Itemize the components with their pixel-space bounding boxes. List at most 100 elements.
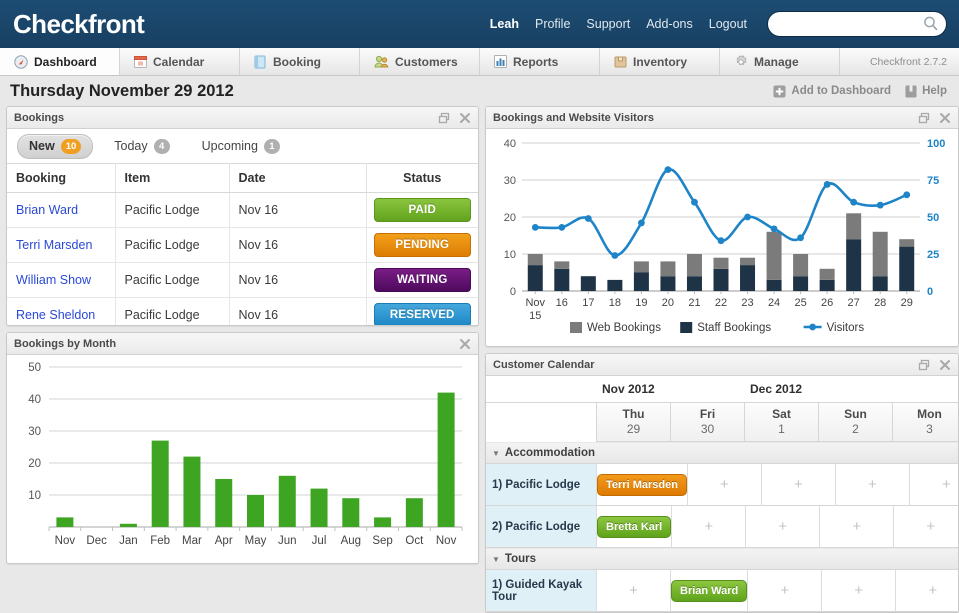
- close-icon[interactable]: [459, 112, 471, 124]
- add-booking-icon[interactable]: +: [720, 477, 729, 492]
- calendar-empty-cell[interactable]: +: [596, 570, 670, 612]
- add-booking-icon[interactable]: +: [629, 583, 638, 598]
- header-link-profile[interactable]: Profile: [535, 17, 570, 31]
- table-row[interactable]: Rene Sheldon Pacific Lodge Nov 16 RESERVED: [7, 297, 478, 325]
- calendar-empty-cell[interactable]: +: [893, 506, 958, 548]
- add-booking-icon[interactable]: +: [926, 519, 935, 534]
- add-booking-icon[interactable]: +: [942, 477, 951, 492]
- brand-logo[interactable]: Checkfront: [0, 9, 145, 40]
- booking-name-link[interactable]: William Show: [16, 273, 91, 287]
- add-booking-icon[interactable]: +: [854, 583, 863, 598]
- x-tick-label: Jun: [278, 535, 297, 547]
- header-link-addons[interactable]: Add-ons: [646, 17, 693, 31]
- calendar-empty-cell[interactable]: +: [686, 464, 761, 506]
- bookings-tab-today[interactable]: Today 4: [103, 135, 180, 158]
- calendar-day-header[interactable]: Sun 2: [818, 403, 892, 442]
- add-booking-icon[interactable]: +: [794, 477, 803, 492]
- calendar-day-header[interactable]: Thu 29: [596, 403, 670, 442]
- calendar-day-number: 29: [626, 422, 641, 436]
- bookings-tab-new[interactable]: New 10: [17, 133, 94, 159]
- status-badge[interactable]: PAID: [373, 198, 471, 222]
- x-tick-label: 29: [901, 297, 913, 309]
- add-booking-icon[interactable]: +: [780, 583, 789, 598]
- status-badge[interactable]: WAITING: [373, 268, 471, 292]
- calendar-empty-cell[interactable]: +: [834, 464, 909, 506]
- status-badge[interactable]: RESERVED: [373, 303, 471, 325]
- table-row[interactable]: Terri Marsden Pacific Lodge Nov 16 PENDING: [7, 227, 478, 263]
- calendar-day-header[interactable]: Sat 1: [744, 403, 818, 442]
- users-icon: [374, 55, 389, 68]
- x-tick-label: 25: [794, 297, 806, 309]
- visitors-chart-svg: 0 10 20 30 40 0 25 50 75 100 Nov15 16 17 18 19 20 21 22 23…: [504, 138, 946, 334]
- add-booking-icon[interactable]: +: [868, 477, 877, 492]
- bar-staff-bookings: [713, 268, 729, 291]
- calendar-booking-chip[interactable]: Bretta Karl: [597, 515, 672, 538]
- calendar-day-header[interactable]: Mon 3: [892, 403, 958, 442]
- table-row[interactable]: Brian Ward Pacific Lodge Nov 16 PAID: [7, 192, 478, 228]
- tab-customers[interactable]: Customers: [360, 48, 480, 75]
- tab-calendar[interactable]: Calendar: [120, 48, 240, 75]
- header-link-logout[interactable]: Logout: [709, 17, 747, 31]
- close-icon[interactable]: [939, 359, 951, 371]
- calendar-day-header[interactable]: Fri 30: [670, 403, 744, 442]
- calendar-item-name[interactable]: 2) Pacific Lodge: [486, 506, 596, 548]
- y2-tick-label: 50: [927, 212, 939, 224]
- tab-manage-label: Manage: [754, 54, 799, 69]
- add-booking-icon[interactable]: +: [704, 519, 713, 534]
- calendar-empty-cell[interactable]: +: [895, 570, 958, 612]
- close-icon[interactable]: [939, 112, 951, 124]
- calendar-empty-cell[interactable]: +: [908, 464, 958, 506]
- calendar-booking-cell[interactable]: Bretta Karl: [596, 506, 672, 548]
- calendar-item-name[interactable]: 1) Guided Kayak Tour: [486, 570, 596, 612]
- tab-dashboard[interactable]: Dashboard: [0, 48, 120, 75]
- bookings-panel-title: Bookings: [14, 111, 65, 124]
- tab-reports[interactable]: Reports: [480, 48, 600, 75]
- calendar-empty-cell[interactable]: +: [821, 570, 896, 612]
- table-row[interactable]: William Show Pacific Lodge Nov 16 WAITING: [7, 262, 478, 298]
- calendar-empty-cell[interactable]: +: [819, 506, 894, 548]
- calendar-item-name[interactable]: 1) Pacific Lodge: [486, 464, 596, 506]
- add-booking-icon[interactable]: +: [852, 519, 861, 534]
- restore-icon[interactable]: [918, 112, 930, 124]
- calendar-empty-cell[interactable]: +: [760, 464, 835, 506]
- add-booking-icon[interactable]: +: [778, 519, 787, 534]
- calendar-group-row[interactable]: ▼ Tours: [486, 548, 958, 570]
- calendar-empty-cell[interactable]: +: [747, 570, 822, 612]
- close-icon[interactable]: [459, 338, 471, 350]
- booking-name-link[interactable]: Brian Ward: [16, 203, 78, 217]
- calendar-booking-chip[interactable]: Terri Marsden: [597, 473, 687, 496]
- calendar-empty-cell[interactable]: +: [671, 506, 746, 548]
- header-link-support[interactable]: Support: [586, 17, 630, 31]
- search-input[interactable]: [767, 11, 947, 37]
- bookings-by-month-title: Bookings by Month: [14, 337, 117, 350]
- calendar-booking-cell[interactable]: Terri Marsden: [596, 464, 687, 506]
- bookings-panel-tools: [438, 112, 471, 124]
- legend-label: Web Bookings: [587, 322, 661, 334]
- compass-icon: [14, 54, 28, 69]
- tab-booking-label: Booking: [273, 54, 321, 69]
- status-badge[interactable]: PENDING: [373, 233, 471, 257]
- bookings-table-body: Brian Ward Pacific Lodge Nov 16 PAID Terri M…: [7, 192, 478, 325]
- tab-manage[interactable]: Manage: [720, 48, 840, 75]
- calendar-booking-chip[interactable]: Brian Ward: [671, 579, 748, 602]
- add-to-dashboard-button[interactable]: Add to Dashboard: [773, 85, 891, 98]
- calendar-day-number: 30: [700, 422, 715, 436]
- calendar-group-row[interactable]: ▼ Accommodation: [486, 442, 958, 464]
- add-booking-icon[interactable]: +: [928, 583, 937, 598]
- y2-tick-label: 100: [927, 138, 945, 150]
- restore-icon[interactable]: [438, 112, 450, 124]
- booking-name-link[interactable]: Rene Sheldon: [16, 308, 95, 322]
- calendar-booking-cell[interactable]: Brian Ward: [670, 570, 748, 612]
- booking-name-link[interactable]: Terri Marsden: [16, 238, 92, 252]
- tab-inventory[interactable]: Inventory: [600, 48, 720, 75]
- calendar-empty-cell[interactable]: +: [745, 506, 820, 548]
- calendar-month-row: Nov 2012 Dec 2012: [486, 376, 958, 402]
- bookings-table-scroll[interactable]: Booking Item Date Status Brian Ward Pacif…: [7, 163, 478, 325]
- calendar-day-number: 3: [926, 422, 933, 436]
- help-button[interactable]: Help: [905, 85, 947, 98]
- header-user-link[interactable]: Leah: [490, 17, 519, 31]
- tab-booking[interactable]: Booking: [240, 48, 360, 75]
- x-tick-label: 15: [529, 310, 541, 322]
- restore-icon[interactable]: [918, 359, 930, 371]
- bookings-tab-upcoming[interactable]: Upcoming 1: [191, 135, 291, 158]
